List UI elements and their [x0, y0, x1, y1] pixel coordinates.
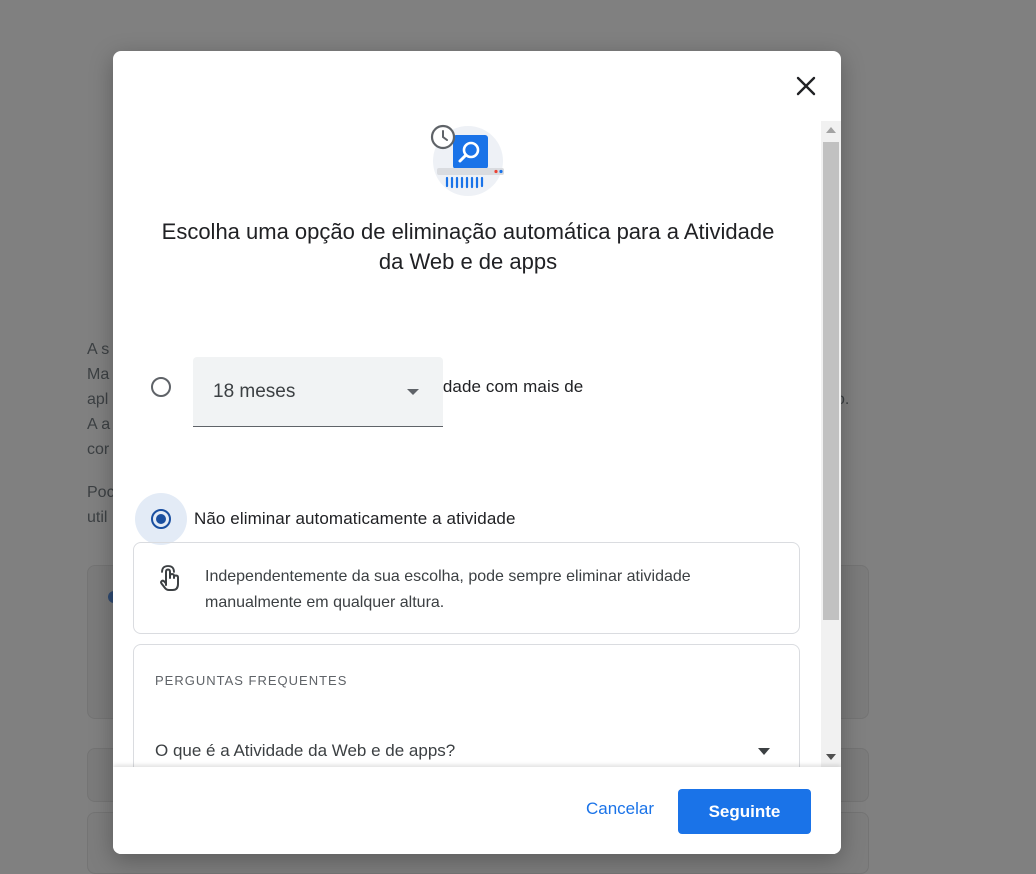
info-text: Independentemente da sua escolha, pode s… — [205, 568, 691, 611]
radio-ring — [151, 377, 171, 397]
faq-card: PERGUNTAS FREQUENTES O que é a Atividade… — [133, 644, 800, 767]
scroll-up-arrow-icon[interactable] — [826, 127, 836, 133]
dialog-title: Escolha uma opção de eliminação automáti… — [161, 219, 775, 274]
scrollbar-thumb[interactable] — [823, 142, 839, 620]
expand-caret-icon[interactable] — [758, 748, 770, 755]
info-card: Independentemente da sua escolha, pode s… — [133, 542, 800, 634]
radio-selected-dot — [156, 514, 166, 524]
background-text: Ma — [87, 366, 110, 383]
close-icon — [796, 76, 816, 96]
cancel-button[interactable]: Cancelar — [571, 789, 669, 829]
option-no-auto-delete-label: Não eliminar automaticamente a atividade — [194, 509, 516, 528]
radio-button-no-auto-delete[interactable] — [135, 493, 187, 545]
dialog-content[interactable]: Escolha uma opção de eliminação automáti… — [113, 121, 841, 767]
background-text: apl — [87, 391, 109, 408]
radio-button-auto-delete[interactable] — [135, 361, 187, 413]
background-text: util — [87, 509, 108, 526]
radio-ring — [151, 509, 171, 529]
hand-gesture-icon — [160, 565, 179, 591]
period-select[interactable]: 18 meses — [193, 357, 443, 427]
period-select-value: 18 meses — [213, 381, 296, 402]
scroll-down-arrow-icon[interactable] — [826, 754, 836, 760]
faq-question[interactable]: O que é a Atividade da Web e de apps? — [155, 741, 455, 761]
close-button[interactable] — [791, 71, 821, 101]
background-text: Poc — [87, 484, 115, 501]
auto-delete-dialog: Escolha uma opção de eliminação automáti… — [113, 51, 841, 854]
faq-heading: PERGUNTAS FREQUENTES — [155, 673, 348, 688]
caret-down-icon — [407, 389, 419, 395]
auto-delete-history-illustration — [430, 124, 504, 196]
background-text: A s — [87, 341, 110, 358]
option-no-auto-delete[interactable]: Não eliminar automaticamente a atividade — [135, 493, 516, 545]
dialog-scrollbar[interactable] — [821, 121, 841, 767]
next-button[interactable]: Seguinte — [678, 789, 811, 834]
background-text: cor — [87, 441, 110, 458]
dialog-footer: Cancelar Seguinte — [113, 767, 841, 854]
background-text: A a — [87, 416, 111, 433]
